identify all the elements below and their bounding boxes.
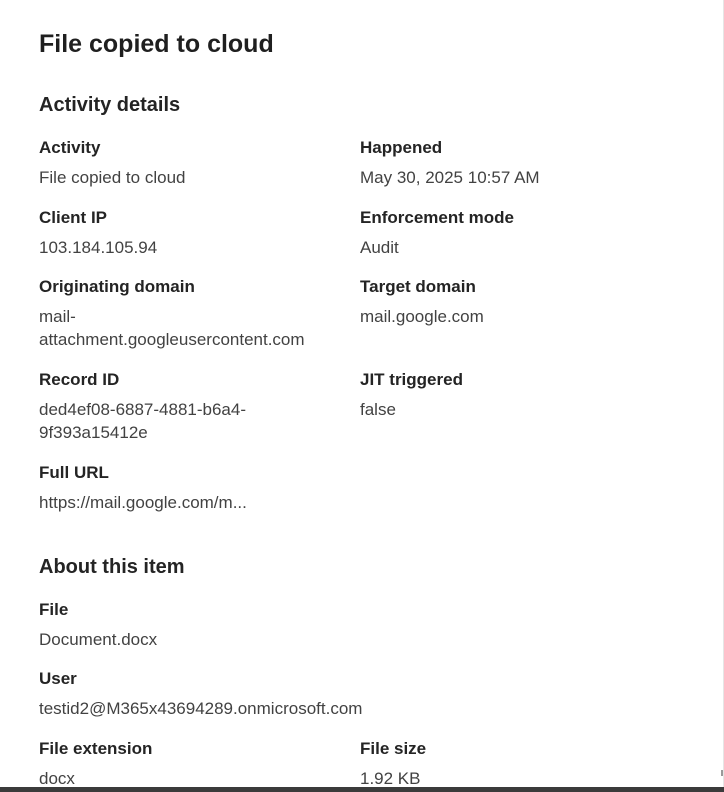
full-url-label: Full URL bbox=[39, 463, 109, 482]
client-ip-label: Client IP bbox=[39, 208, 108, 227]
bottom-edge-bar bbox=[0, 787, 724, 792]
originating-domain-field: Originating domain mail-attachment.googl… bbox=[39, 276, 329, 351]
activity-details-panel: File copied to cloud Activity details Ac… bbox=[0, 0, 724, 792]
enforcement-mode-label: Enforcement mode bbox=[360, 208, 514, 227]
file-value: Document.docx bbox=[39, 630, 158, 649]
user-field: User testid2@M365x43694289.onmicrosoft.c… bbox=[39, 668, 459, 720]
record-id-field: Record ID ded4ef08-6887-4881-b6a4-9f393a… bbox=[39, 369, 279, 444]
happened-field: Happened May 30, 2025 10:57 AM bbox=[360, 137, 660, 189]
jit-triggered-field: JIT triggered false bbox=[360, 369, 660, 421]
file-field: File Document.docx bbox=[39, 599, 339, 651]
target-domain-field: Target domain mail.google.com bbox=[360, 276, 660, 328]
originating-domain-value: mail-attachment.googleusercontent.com bbox=[39, 307, 305, 349]
file-extension-field: File extension docx bbox=[39, 738, 339, 790]
happened-value: May 30, 2025 10:57 AM bbox=[360, 168, 540, 187]
enforcement-mode-value: Audit bbox=[360, 238, 399, 257]
client-ip-field: Client IP 103.184.105.94 bbox=[39, 207, 339, 259]
scrollbar-indicator[interactable] bbox=[721, 770, 723, 776]
activity-details-heading: Activity details bbox=[39, 94, 181, 116]
file-size-field: File size 1.92 KB bbox=[360, 738, 660, 790]
target-domain-label: Target domain bbox=[360, 277, 476, 296]
activity-value: File copied to cloud bbox=[39, 168, 186, 187]
record-id-label: Record ID bbox=[39, 370, 120, 389]
activity-label: Activity bbox=[39, 138, 101, 157]
originating-domain-label: Originating domain bbox=[39, 277, 195, 296]
client-ip-value: 103.184.105.94 bbox=[39, 238, 158, 257]
target-domain-value: mail.google.com bbox=[360, 307, 484, 326]
enforcement-mode-field: Enforcement mode Audit bbox=[360, 207, 660, 259]
file-size-label: File size bbox=[360, 739, 427, 758]
user-label: User bbox=[39, 669, 77, 688]
full-url-value[interactable]: https://mail.google.com/m... bbox=[39, 491, 259, 514]
user-value: testid2@M365x43694289.onmicrosoft.com bbox=[39, 699, 363, 718]
panel-title: File copied to cloud bbox=[39, 30, 274, 58]
about-item-heading: About this item bbox=[39, 556, 185, 578]
happened-label: Happened bbox=[360, 138, 443, 157]
jit-triggered-label: JIT triggered bbox=[360, 370, 463, 389]
activity-field: Activity File copied to cloud bbox=[39, 137, 339, 189]
full-url-field: Full URL https://mail.google.com/m... bbox=[39, 462, 339, 514]
file-extension-label: File extension bbox=[39, 739, 153, 758]
jit-triggered-value: false bbox=[360, 400, 396, 419]
record-id-value: ded4ef08-6887-4881-b6a4-9f393a15412e bbox=[39, 400, 247, 442]
file-label: File bbox=[39, 600, 69, 619]
